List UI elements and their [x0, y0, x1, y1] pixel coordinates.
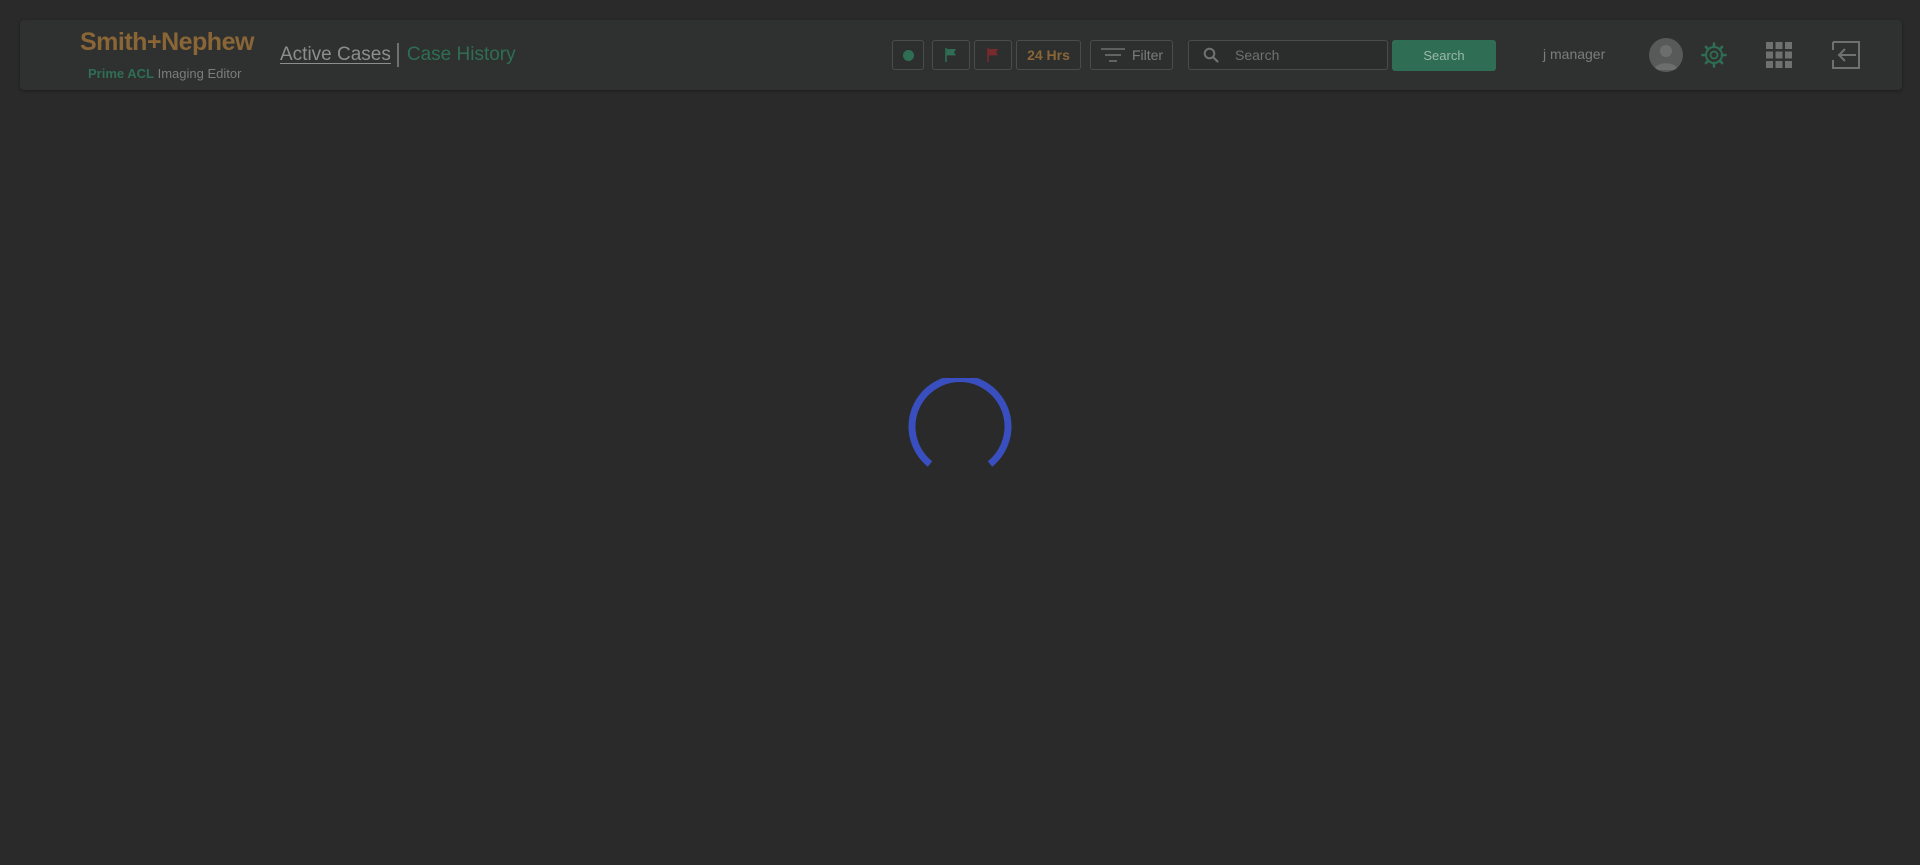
filter-lines-icon: [1100, 48, 1125, 62]
product-name: Prime ACL Imaging Editor: [88, 66, 241, 81]
search-button[interactable]: Search: [1392, 40, 1496, 71]
brand-name-left: Smith: [80, 28, 147, 56]
filter-button[interactable]: Filter: [1090, 40, 1173, 70]
brand-logo[interactable]: Smith+Nephew Prime ACL Imaging Editor: [60, 26, 260, 86]
grid-icon[interactable]: [1765, 41, 1793, 74]
tab-active-cases[interactable]: Active Cases: [280, 44, 391, 66]
brand-name-right: Nephew: [161, 28, 254, 56]
nav-tabs: Active Cases Case History: [280, 41, 516, 69]
green-flag-button[interactable]: [932, 40, 970, 70]
user-name: j manager: [1543, 46, 1606, 62]
search-input[interactable]: [1235, 47, 1365, 63]
brand-name: Smith+Nephew: [80, 28, 254, 57]
avatar-silhouette: [1654, 45, 1678, 70]
red-flag-button[interactable]: [974, 40, 1012, 70]
search-icon: [1203, 47, 1219, 63]
page: Smith+Nephew Prime ACL Imaging Editor Ac…: [0, 0, 1920, 865]
search-field[interactable]: [1188, 40, 1388, 70]
logout-arrow-icon[interactable]: [1830, 38, 1862, 77]
gear-icon[interactable]: [1700, 41, 1728, 74]
hours-label: 24 Hrs: [1027, 47, 1070, 63]
tab-case-history[interactable]: Case History: [407, 44, 516, 66]
user-avatar-icon[interactable]: [1649, 38, 1683, 72]
product-highlight: Prime ACL: [88, 66, 154, 81]
brand-plus: +: [146, 28, 162, 56]
product-rest: Imaging Editor: [157, 66, 242, 81]
24-hours-button[interactable]: 24 Hrs: [1016, 40, 1081, 70]
loading-spinner-icon: [904, 375, 1016, 490]
status-filter-button[interactable]: [892, 40, 924, 70]
flag-icon: [987, 48, 998, 62]
flag-icon: [945, 48, 956, 62]
circle-dot-icon: [902, 49, 914, 61]
tab-divider: [396, 43, 399, 67]
app-header: Smith+Nephew Prime ACL Imaging Editor Ac…: [20, 20, 1902, 90]
filter-label: Filter: [1131, 47, 1164, 63]
